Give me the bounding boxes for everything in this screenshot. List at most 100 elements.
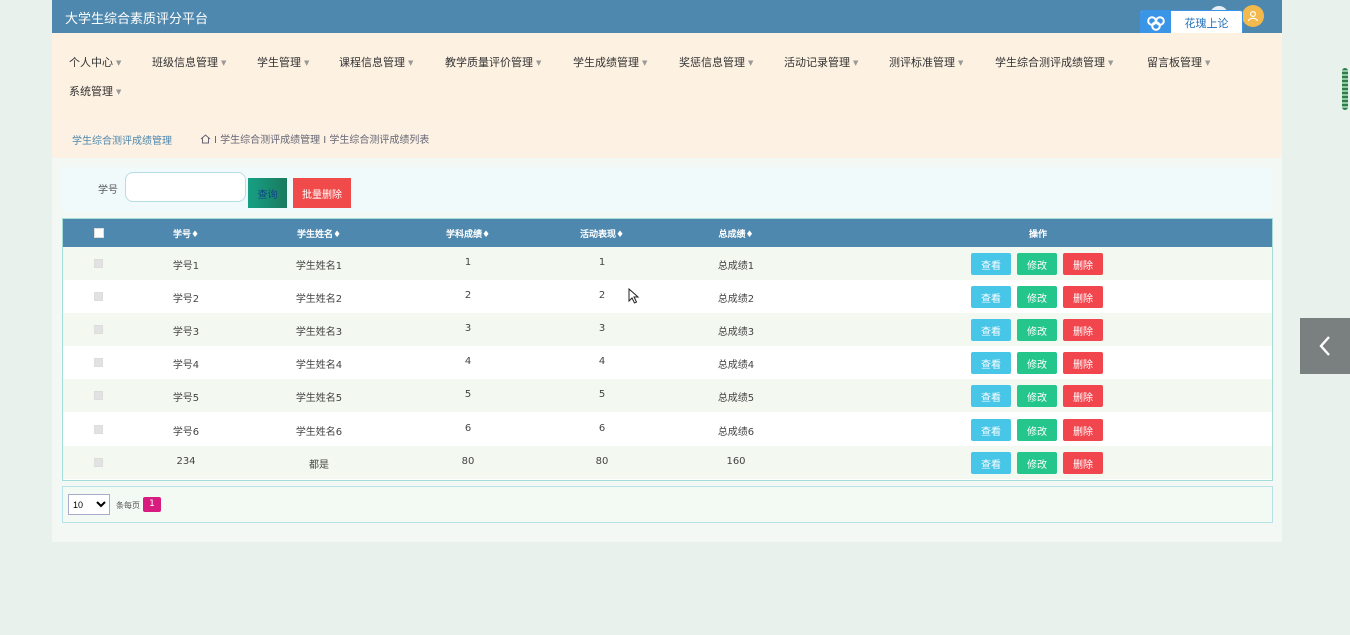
cell-student-name: 学生姓名2 bbox=[295, 294, 343, 305]
search-bar: 学号 查询 批量删除 bbox=[62, 167, 1272, 212]
edit-button[interactable]: 修改 bbox=[1017, 352, 1057, 374]
delete-button[interactable]: 删除 bbox=[1063, 419, 1103, 441]
nav-item-message-board[interactable]: 留言板管理 ▼ bbox=[1147, 54, 1210, 70]
edit-button[interactable]: 修改 bbox=[1017, 419, 1057, 441]
sort-icon: ♦ bbox=[190, 230, 200, 240]
upload-widget[interactable]: 花瑰上论 bbox=[1140, 10, 1243, 35]
cell-total-score: 总成绩2 bbox=[717, 294, 755, 305]
delete-button[interactable]: 删除 bbox=[1063, 385, 1103, 407]
view-button[interactable]: 查看 bbox=[971, 452, 1011, 474]
delete-button[interactable]: 删除 bbox=[1063, 319, 1103, 341]
view-button[interactable]: 查看 bbox=[971, 319, 1011, 341]
delete-button[interactable]: 删除 bbox=[1063, 253, 1103, 275]
table-row: 学号3 学生姓名3 3 3 总成绩3 查看 修改 删除 bbox=[63, 313, 1272, 346]
row-checkbox[interactable] bbox=[94, 259, 103, 268]
side-panel-toggle[interactable] bbox=[1300, 318, 1350, 374]
column-header-subject-score[interactable]: 学科成绩♦ bbox=[446, 227, 490, 240]
home-icon[interactable] bbox=[200, 133, 211, 144]
page-size-select[interactable]: 10 20 50 bbox=[68, 494, 110, 515]
cell-student-id: 学号3 bbox=[172, 327, 200, 338]
page-title: 学生综合测评成绩管理 bbox=[72, 136, 172, 147]
nav-item-student-grades[interactable]: 学生成绩管理 ▼ bbox=[573, 54, 647, 70]
table-row: 学号2 学生姓名2 2 2 总成绩2 查看 修改 删除 bbox=[63, 280, 1272, 313]
user-icon bbox=[1247, 10, 1259, 22]
cell-student-name: 学生姓名1 bbox=[295, 261, 343, 272]
avatar[interactable] bbox=[1242, 5, 1264, 27]
search-label: 学号 bbox=[98, 185, 118, 196]
delete-button[interactable]: 删除 bbox=[1063, 352, 1103, 374]
nav-item-personal-center[interactable]: 个人中心 ▼ bbox=[69, 54, 121, 70]
cell-subject-score: 1 bbox=[464, 257, 472, 268]
table-row: 学号4 学生姓名4 4 4 总成绩4 查看 修改 删除 bbox=[63, 346, 1272, 379]
view-button[interactable]: 查看 bbox=[971, 253, 1011, 275]
row-checkbox[interactable] bbox=[94, 358, 103, 367]
nav-item-evaluation-standards[interactable]: 测评标准管理 ▼ bbox=[889, 54, 963, 70]
row-checkbox[interactable] bbox=[94, 292, 103, 301]
row-checkbox[interactable] bbox=[94, 458, 103, 467]
batch-delete-button[interactable]: 批量删除 bbox=[293, 178, 351, 208]
column-header-total-score[interactable]: 总成绩♦ bbox=[718, 227, 753, 240]
nav-item-course-info[interactable]: 课程信息管理 ▼ bbox=[339, 54, 413, 70]
caret-down-icon: ▼ bbox=[304, 59, 310, 67]
edit-button[interactable]: 修改 bbox=[1017, 385, 1057, 407]
caret-down-icon: ▼ bbox=[642, 59, 648, 67]
caret-down-icon: ▼ bbox=[221, 59, 227, 67]
upload-widget-label: 花瑰上论 bbox=[1184, 16, 1229, 30]
select-all-checkbox[interactable] bbox=[94, 228, 104, 238]
nav-item-activity-records[interactable]: 活动记录管理 ▼ bbox=[784, 54, 858, 70]
edit-button[interactable]: 修改 bbox=[1017, 452, 1057, 474]
column-header-activity-score[interactable]: 活动表现♦ bbox=[580, 227, 624, 240]
column-header-student-id[interactable]: 学号♦ bbox=[173, 227, 199, 240]
edit-button[interactable]: 修改 bbox=[1017, 319, 1057, 341]
cell-activity-score: 2 bbox=[598, 290, 606, 301]
nav-item-students[interactable]: 学生管理 ▼ bbox=[257, 54, 309, 70]
caret-down-icon: ▼ bbox=[748, 59, 754, 67]
cloud-logo-icon bbox=[1141, 11, 1171, 34]
top-header: 大学生综合素质评分平台 花瑰上论 bbox=[52, 0, 1282, 35]
scrollbar[interactable] bbox=[1342, 68, 1348, 110]
row-checkbox[interactable] bbox=[94, 391, 103, 400]
cell-student-id: 234 bbox=[176, 456, 196, 467]
cell-activity-score: 4 bbox=[598, 356, 606, 367]
nav-item-comprehensive-grades[interactable]: 学生综合测评成绩管理 ▼ bbox=[995, 54, 1113, 70]
delete-button[interactable]: 删除 bbox=[1063, 286, 1103, 308]
page-button-current[interactable]: 1 bbox=[143, 497, 161, 512]
cell-total-score: 总成绩5 bbox=[717, 393, 755, 404]
table-header: 学号♦ 学生姓名♦ 学科成绩♦ 活动表现♦ 总成绩♦ 操作 bbox=[63, 219, 1272, 247]
search-button[interactable]: 查询 bbox=[248, 178, 287, 208]
cell-student-id: 学号5 bbox=[172, 393, 200, 404]
student-id-input[interactable] bbox=[125, 172, 246, 202]
row-checkbox[interactable] bbox=[94, 325, 103, 334]
table-row: 学号1 学生姓名1 1 1 总成绩1 查看 修改 删除 bbox=[63, 247, 1272, 280]
view-button[interactable]: 查看 bbox=[971, 352, 1011, 374]
nav-item-rewards[interactable]: 奖惩信息管理 ▼ bbox=[679, 54, 753, 70]
caret-down-icon: ▼ bbox=[116, 88, 122, 96]
row-checkbox[interactable] bbox=[94, 425, 103, 434]
delete-button[interactable]: 删除 bbox=[1063, 452, 1103, 474]
cell-subject-score: 2 bbox=[464, 290, 472, 301]
edit-button[interactable]: 修改 bbox=[1017, 286, 1057, 308]
breadcrumb: I 学生综合测评成绩管理 I 学生综合测评成绩列表 bbox=[200, 131, 429, 146]
cell-total-score: 160 bbox=[726, 456, 746, 467]
cell-subject-score: 80 bbox=[461, 456, 475, 467]
table-row: 234 都是 80 80 160 查看 修改 删除 bbox=[63, 446, 1272, 479]
edit-button[interactable]: 修改 bbox=[1017, 253, 1057, 275]
sort-icon: ♦ bbox=[745, 230, 754, 240]
cell-activity-score: 6 bbox=[598, 423, 606, 434]
nav-item-teaching-quality[interactable]: 教学质量评价管理 ▼ bbox=[445, 54, 541, 70]
column-header-student-name[interactable]: 学生姓名♦ bbox=[297, 227, 341, 240]
app-title: 大学生综合素质评分平台 bbox=[65, 12, 209, 27]
breadcrumb-trail[interactable]: I 学生综合测评成绩管理 I 学生综合测评成绩列表 bbox=[214, 131, 429, 146]
cell-student-id: 学号2 bbox=[172, 294, 200, 305]
cell-activity-score: 5 bbox=[598, 389, 606, 400]
caret-down-icon: ▼ bbox=[958, 59, 964, 67]
cell-subject-score: 6 bbox=[464, 423, 472, 434]
main-nav: 个人中心 ▼ 班级信息管理 ▼ 学生管理 ▼ 课程信息管理 ▼ 教学质量评价管理 ▼ 学生… bbox=[52, 33, 1282, 119]
caret-down-icon: ▼ bbox=[536, 59, 542, 67]
view-button[interactable]: 查看 bbox=[971, 286, 1011, 308]
view-button[interactable]: 查看 bbox=[971, 419, 1011, 441]
nav-item-class-info[interactable]: 班级信息管理 ▼ bbox=[152, 54, 226, 70]
cell-student-name: 学生姓名4 bbox=[295, 360, 343, 371]
view-button[interactable]: 查看 bbox=[971, 385, 1011, 407]
nav-item-system[interactable]: 系统管理 ▼ bbox=[69, 83, 121, 99]
